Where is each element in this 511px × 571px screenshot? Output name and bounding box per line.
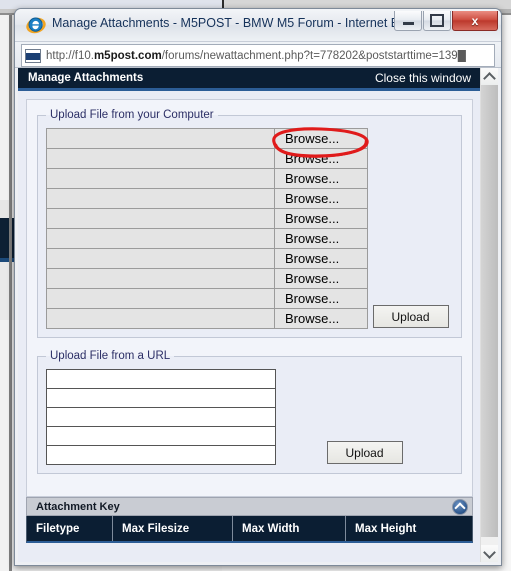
file-input-row: Browse... (47, 249, 367, 269)
url-field-5[interactable] (47, 446, 275, 465)
url-field-3[interactable] (47, 408, 275, 427)
vertical-scrollbar[interactable] (480, 68, 498, 562)
attachment-key-column-header: Max Height (355, 522, 417, 535)
maximize-button[interactable] (423, 11, 451, 31)
url-field-1[interactable] (47, 370, 275, 389)
url-suffix: /forums/newattachment.php?t=778202&posts… (161, 49, 466, 62)
file-input-row: Browse... (47, 309, 367, 329)
browse-button-1[interactable]: Browse... (275, 129, 367, 148)
upload-url-button-wrap: Upload (276, 369, 453, 465)
attachment-key-column-header: Max Width (233, 516, 346, 541)
upload-from-url-grid: Upload (46, 369, 453, 465)
page-header-bar: Manage Attachments Close this window (18, 68, 481, 91)
web-page: Manage Attachments Close this window Upl… (18, 68, 481, 562)
attachment-key-column-header: Max Filesize (113, 516, 233, 541)
file-path-field-8[interactable] (47, 269, 275, 288)
scroll-down-button[interactable] (481, 545, 498, 562)
window-controls: x (394, 11, 498, 31)
file-path-field-6[interactable] (47, 229, 275, 248)
file-path-field-10[interactable] (47, 309, 275, 328)
url-text: http://f10.m5post.com/forums/newattachme… (46, 50, 466, 62)
file-input-row: Browse... (47, 149, 367, 169)
scroll-up-button[interactable] (481, 68, 498, 85)
attachment-key-section: Attachment Key Filetype Max Filesize Max W… (26, 497, 473, 543)
file-path-field-7[interactable] (47, 249, 275, 268)
attachment-panel: Upload File from your Computer Browse...… (26, 99, 473, 497)
file-input-row: Browse... (47, 229, 367, 249)
upload-from-url-fieldset: Upload File from a URL Upload (37, 350, 462, 474)
browse-button-7[interactable]: Browse... (275, 249, 367, 268)
file-input-row: Browse... (47, 129, 367, 149)
upload-computer-button-wrap: Upload (368, 128, 453, 329)
file-path-field-5[interactable] (47, 209, 275, 228)
browse-button-10[interactable]: Browse... (275, 309, 367, 328)
file-input-row: Browse... (47, 269, 367, 289)
file-path-field-4[interactable] (47, 189, 275, 208)
attachment-key-title: Attachment Key (36, 500, 120, 513)
title-bar[interactable]: Manage Attachments - M5POST - BMW M5 For… (15, 9, 501, 42)
maximize-icon (430, 14, 444, 27)
url-prefix: http://f10. (46, 49, 94, 62)
file-input-row: Browse... (47, 209, 367, 229)
chevron-up-icon (483, 71, 496, 85)
browse-button-3[interactable]: Browse... (275, 169, 367, 188)
file-path-field-3[interactable] (47, 169, 275, 188)
url-field-4[interactable] (47, 427, 275, 446)
window-title: Manage Attachments - M5POST - BMW M5 For… (52, 16, 410, 30)
upload-from-computer-grid: Browse... Browse... Browse... Browse... Brow… (46, 128, 453, 329)
browse-button-6[interactable]: Browse... (275, 229, 367, 248)
page-icon (25, 48, 41, 63)
browse-button-4[interactable]: Browse... (275, 189, 367, 208)
upload-computer-button[interactable]: Upload (372, 305, 449, 328)
browse-button-5[interactable]: Browse... (275, 209, 367, 228)
upload-from-computer-fieldset: Upload File from your Computer Browse...… (37, 109, 462, 338)
url-domain: m5post.com (93, 49, 162, 62)
collapse-icon[interactable] (452, 498, 468, 515)
address-input[interactable]: http://f10.m5post.com/forums/newattachme… (21, 44, 495, 67)
minimize-button[interactable] (394, 11, 422, 31)
upload-from-url-legend: Upload File from a URL (50, 350, 171, 362)
attachment-key-table-head: Filetype Max Filesize Max Width Max Height (26, 516, 473, 543)
file-input-row: Browse... (47, 289, 367, 309)
browser-content-area: Manage Attachments Close this window Upl… (18, 68, 498, 562)
address-bar[interactable]: http://f10.m5post.com/forums/newattachme… (15, 42, 501, 68)
browse-button-9[interactable]: Browse... (275, 289, 367, 308)
upload-url-button[interactable]: Upload (326, 441, 403, 464)
file-path-field-2[interactable] (47, 149, 275, 168)
page-title: Manage Attachments (28, 72, 144, 84)
scrollbar-track[interactable] (481, 85, 498, 545)
scrollbar-thumb[interactable] (481, 85, 498, 537)
internet-explorer-icon (26, 15, 46, 35)
attachment-key-header: Attachment Key (26, 497, 473, 516)
upload-from-computer-legend: Upload File from your Computer (50, 109, 214, 121)
url-field-2[interactable] (47, 389, 275, 408)
file-input-list: Browse... Browse... Browse... Browse... Brow… (46, 128, 368, 329)
browse-button-2[interactable]: Browse... (275, 149, 367, 168)
file-input-row: Browse... (47, 169, 367, 189)
attachment-key-column-header: Filetype (27, 516, 113, 541)
file-path-field-1[interactable] (47, 129, 275, 148)
chevron-down-icon (483, 545, 496, 559)
file-input-row: Browse... (47, 189, 367, 209)
close-button[interactable]: x (452, 11, 498, 31)
file-path-field-9[interactable] (47, 289, 275, 308)
internet-explorer-window: Manage Attachments - M5POST - BMW M5 For… (14, 8, 502, 566)
background-left-edge (9, 15, 12, 571)
browse-button-8[interactable]: Browse... (275, 269, 367, 288)
minimize-icon (402, 22, 414, 25)
url-input-list (46, 369, 276, 465)
close-this-window-link[interactable]: Close this window (375, 71, 471, 85)
